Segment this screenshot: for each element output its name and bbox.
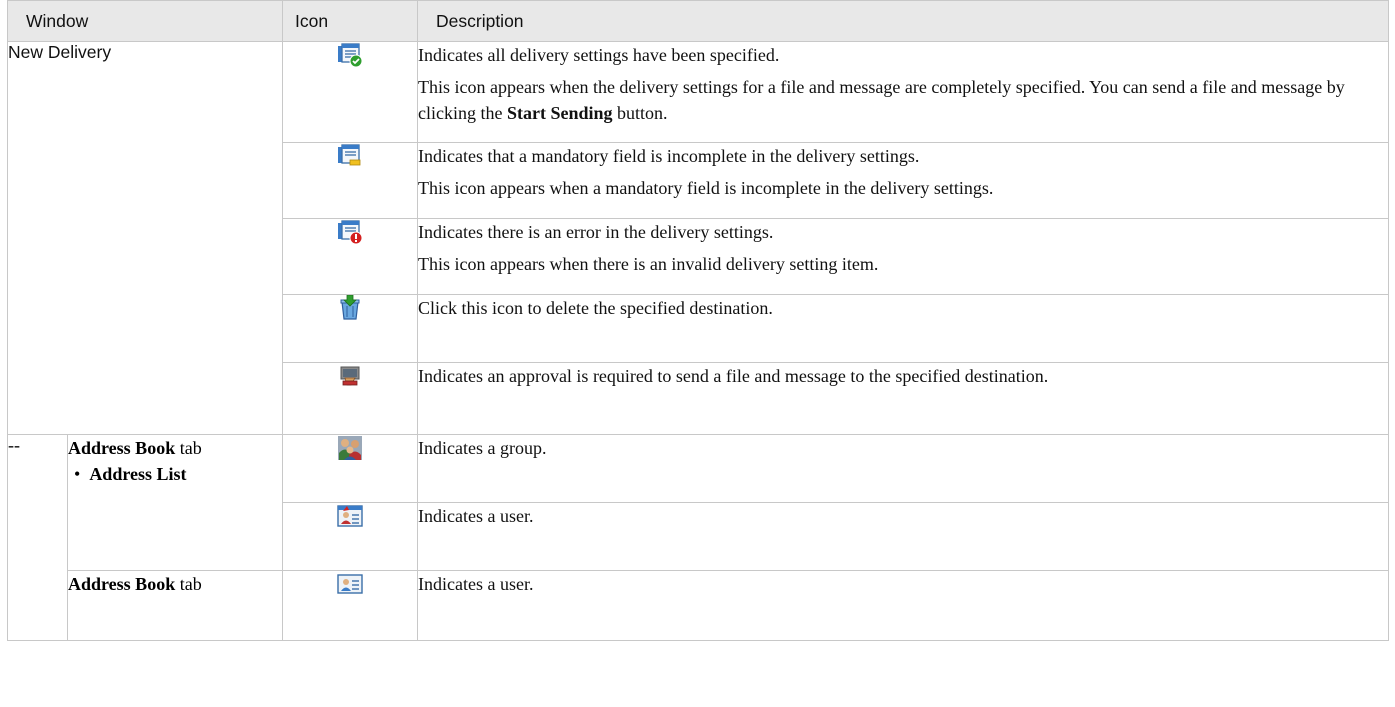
delivery-complete-icon — [338, 43, 363, 68]
description-line: Indicates an approval is required to sen… — [418, 366, 1049, 386]
description-cell: Indicates that a mandatory field is inco… — [417, 142, 1389, 219]
icon-cell — [282, 218, 418, 295]
delivery-error-icon — [338, 220, 363, 245]
table-row: -- Address Book tab • Address List Indic… — [7, 434, 1389, 641]
description-cell: Indicates a user. — [417, 570, 1389, 641]
icon-cell — [282, 362, 418, 435]
description-cell: Indicates a user. — [417, 502, 1389, 571]
description-text: button. — [612, 103, 668, 123]
window-address-book-list: Address Book tab • Address List — [67, 434, 283, 571]
description-line: Indicates a group. — [418, 438, 547, 458]
description-line: Indicates a user. — [418, 506, 534, 526]
description-line: Click this icon to delete the specified … — [418, 298, 773, 318]
description-cell: Indicates a group. — [417, 434, 1389, 503]
window-address-book-tab: Address Book tab — [67, 570, 283, 641]
address-list-bullet-item: • Address List — [74, 464, 187, 484]
address-book-tab-label: Address Book tab — [68, 574, 202, 594]
description-line: This icon appears when a mandatory field… — [418, 178, 994, 198]
icon-cell — [282, 142, 418, 219]
window-dash: -- — [7, 434, 68, 641]
group-icon — [338, 436, 362, 460]
approval-required-icon — [340, 366, 360, 386]
start-sending-label: Start Sending — [506, 103, 613, 123]
table-header-row: Window Icon Description — [7, 0, 1389, 42]
user-card-icon — [337, 505, 363, 527]
description-line: This icon appears when there is an inval… — [418, 254, 879, 274]
header-description: Description — [417, 0, 1389, 42]
window-new-delivery: New Delivery — [7, 41, 283, 435]
description-line: Indicates that a mandatory field is inco… — [418, 146, 920, 166]
header-window: Window — [7, 0, 283, 42]
delete-destination-icon — [340, 295, 360, 320]
description-line: Indicates there is an error in the deliv… — [418, 222, 774, 242]
description-cell: Indicates an approval is required to sen… — [417, 362, 1389, 435]
user-card-blue-icon — [337, 574, 363, 594]
icon-cell — [282, 294, 418, 363]
description-cell: Indicates there is an error in the deliv… — [417, 218, 1389, 295]
table-row: New Delivery Indicates all delivery sett… — [7, 41, 1389, 435]
description-line: Indicates all delivery settings have bee… — [418, 45, 780, 65]
description-cell: Indicates all delivery settings have bee… — [417, 41, 1389, 143]
address-book-tab-label: Address Book tab — [68, 438, 202, 458]
description-cell: Click this icon to delete the specified … — [417, 294, 1389, 363]
delivery-incomplete-icon — [338, 144, 361, 166]
header-icon: Icon — [282, 0, 418, 42]
icon-cell — [282, 41, 418, 143]
description-line: This icon appears when the delivery sett… — [418, 74, 1388, 126]
table-row: Address Book tab Indicates a user. — [8, 570, 1389, 641]
icon-reference-table: Window Icon Description New Delivery Ind… — [7, 0, 1389, 641]
icon-cell — [282, 434, 418, 503]
description-line: Indicates a user. — [418, 574, 534, 594]
icon-cell — [282, 502, 418, 571]
icon-cell — [282, 570, 418, 641]
